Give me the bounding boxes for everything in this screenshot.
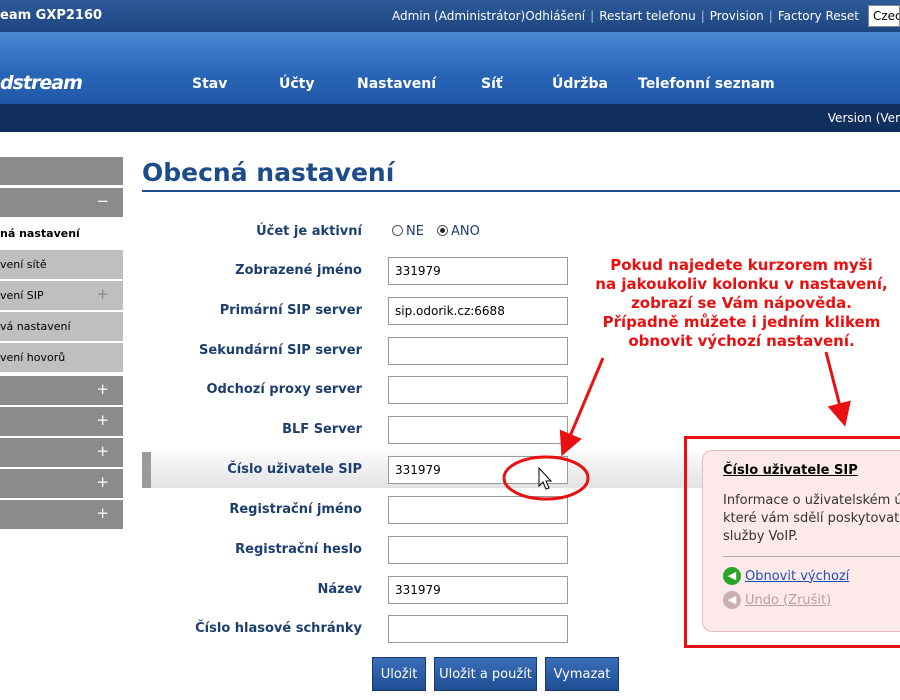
device-title: eam GXP2160 (0, 8, 103, 23)
annotation-arrow (824, 351, 851, 427)
registration-password-field[interactable] (388, 536, 568, 564)
clear-button[interactable]: Vymazat (545, 657, 619, 691)
sidebar-item-label: vení sítě (0, 258, 47, 271)
expand-icon[interactable]: + (96, 442, 109, 460)
help-divider (723, 556, 900, 557)
radio-ano-label: ANO (451, 224, 480, 239)
voicemail-label: Číslo hlasové schránky (195, 621, 362, 636)
collapse-icon[interactable]: − (96, 192, 109, 210)
undo-label[interactable]: Undo (Zrušit) (745, 593, 831, 608)
name-label: Název (317, 582, 362, 597)
sidebar-item-nastaveni-hovoru[interactable]: vení hovorů (0, 343, 123, 372)
version-text: Version (Ver (827, 111, 900, 125)
help-text: Informace o uživatelském ú které vám sdě… (723, 492, 900, 546)
logout-link[interactable]: Odhlášení (525, 9, 590, 23)
display-name-field[interactable] (388, 257, 568, 285)
display-name-label: Zobrazené jméno (235, 263, 362, 278)
registration-password-label: Registrační heslo (235, 542, 362, 557)
nav-item-telefonni-seznam[interactable]: Telefonní seznam (638, 76, 775, 92)
voicemail-field[interactable] (388, 615, 568, 643)
version-bar: Version (Ver (0, 104, 900, 132)
restart-link[interactable]: Restart telefonu (594, 9, 701, 23)
sidebar-item-nastaveni-site[interactable]: vení sítě (0, 250, 123, 279)
expand-icon[interactable]: + (96, 411, 109, 429)
save-button[interactable]: Uložit (372, 657, 426, 691)
expand-icon[interactable]: + (96, 285, 109, 303)
radio-ne-label: NE (406, 224, 424, 239)
top-bar: eam GXP2160 Admin (Administrátor) Odhláš… (0, 0, 900, 32)
help-popup: Číslo uživatele SIP Informace o uživatel… (702, 450, 900, 632)
grandstream-web-ui: eam GXP2160 Admin (Administrátor) Odhláš… (0, 0, 900, 700)
primary-sip-label: Primární SIP server (219, 303, 362, 318)
registration-name-label: Registrační jméno (229, 502, 362, 517)
sidebar-item-obecna-nastaveni[interactable]: ná nastavení (0, 219, 123, 248)
help-text-line: které vám sdělí poskytovate (723, 511, 900, 526)
nav-item-sit[interactable]: Síť (481, 76, 503, 92)
restore-default-label[interactable]: Obnovit výchozí (745, 569, 849, 584)
expand-icon[interactable]: + (96, 473, 109, 491)
language-select[interactable]: Czec (868, 5, 900, 27)
restore-arrow-icon: ◀ (723, 567, 741, 585)
annotation-arrow (559, 357, 605, 457)
annotation-line: na jakoukoliv kolonku v nastavení, (595, 275, 888, 293)
expand-icon[interactable]: + (96, 504, 109, 522)
sidebar-item-dalsi-nastaveni[interactable]: vá nastavení (0, 312, 123, 341)
sidebar-group[interactable]: + (0, 376, 123, 405)
sip-user-label: Číslo uživatele SIP (227, 462, 362, 477)
sidebar-group[interactable]: + (0, 407, 123, 436)
registration-name-field[interactable] (388, 496, 568, 524)
factory-reset-link[interactable]: Factory Reset (773, 9, 864, 23)
provision-link[interactable]: Provision (705, 9, 769, 23)
account-active-label: Účet je aktivní (256, 224, 362, 239)
expand-icon[interactable]: + (96, 380, 109, 398)
undo-link[interactable]: ◀ Undo (Zrušit) (723, 591, 900, 609)
title-divider (142, 190, 900, 192)
help-text-line: Informace o uživatelském ú (723, 493, 900, 508)
blf-server-label: BLF Server (282, 422, 362, 437)
restore-default-link[interactable]: ◀ Obnovit výchozí (723, 567, 900, 585)
annotation-line: Případně můžete i jedním klikem (602, 313, 881, 331)
primary-sip-field[interactable] (388, 297, 568, 325)
nav-item-ucty[interactable]: Účty (279, 76, 315, 92)
row-marker (142, 452, 151, 488)
help-text-line: služby VoIP. (723, 529, 799, 544)
help-title: Číslo uživatele SIP (723, 463, 858, 478)
sidebar-item-nastaveni-sip[interactable]: vení SIP + (0, 281, 123, 310)
name-field[interactable] (388, 576, 568, 604)
radio-ano[interactable]: ANO (437, 224, 480, 239)
outbound-proxy-label: Odchozí proxy server (206, 382, 363, 397)
brand-logo: dstream (0, 72, 83, 94)
annotation-line: zobrazí se Vám nápověda. (631, 294, 852, 312)
undo-arrow-icon: ◀ (723, 591, 741, 609)
sidebar-group-expanded[interactable]: − (0, 188, 123, 217)
sidebar-item-label: vení SIP (0, 289, 44, 302)
sip-user-field[interactable] (388, 456, 568, 484)
annotation-line: obnovit výchozí nastavení. (628, 332, 855, 350)
radio-icon[interactable] (392, 225, 403, 236)
blf-server-field[interactable] (388, 416, 568, 444)
annotation-text: Pokud najedete kurzorem myši na jakoukol… (583, 256, 900, 351)
page-title: Obecná nastavení (142, 158, 395, 187)
main-nav: dstream Stav Účty Nastavení Síť Údržba T… (0, 32, 900, 104)
radio-ne[interactable]: NE (392, 224, 424, 239)
annotation-line: Pokud najedete kurzorem myši (610, 256, 873, 274)
save-apply-button[interactable]: Uložit a použít (434, 657, 537, 691)
secondary-sip-label: Sekundární SIP server (199, 343, 362, 358)
radio-selected-icon[interactable] (437, 225, 448, 236)
sidebar-item-label: vá nastavení (0, 320, 71, 333)
outbound-proxy-field[interactable] (388, 376, 568, 404)
sidebar-item-label: ná nastavení (0, 227, 80, 240)
secondary-sip-field[interactable] (388, 337, 568, 365)
top-links: Admin (Administrátor) Odhlášení | Restar… (387, 0, 900, 32)
nav-item-nastaveni[interactable]: Nastavení (357, 76, 436, 92)
sidebar-group[interactable]: + (0, 500, 123, 529)
nav-item-stav[interactable]: Stav (192, 76, 227, 92)
nav-item-udrzba[interactable]: Údržba (552, 76, 608, 92)
sidebar-group[interactable]: + (0, 469, 123, 498)
sidebar-header (0, 157, 123, 185)
sidebar-item-label: vení hovorů (0, 351, 66, 364)
sidebar-group[interactable]: + (0, 438, 123, 467)
admin-label: Admin (Administrátor) (391, 9, 526, 23)
